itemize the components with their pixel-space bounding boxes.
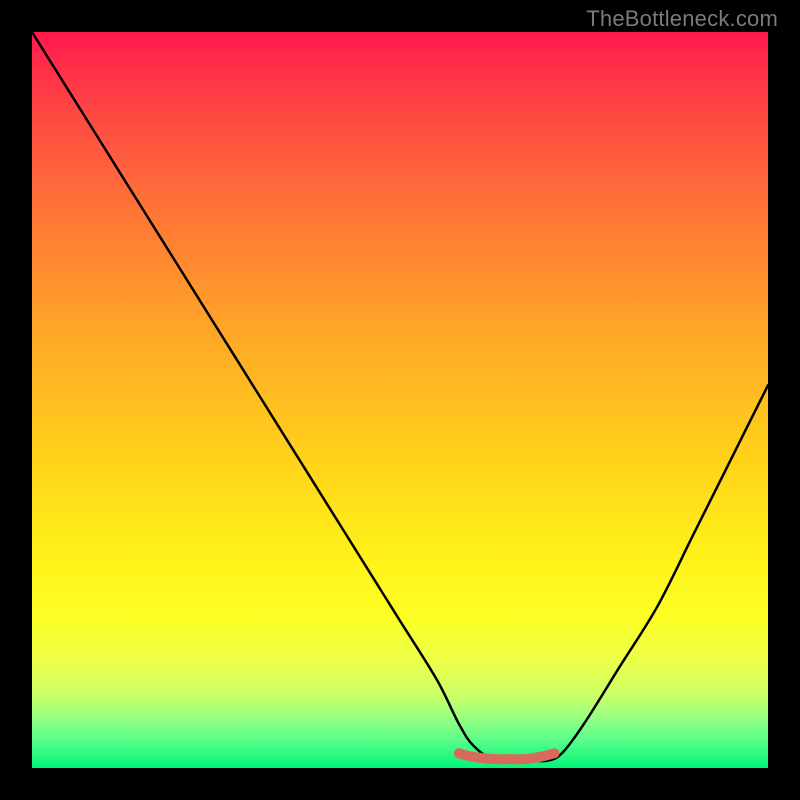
plot-area	[32, 32, 768, 768]
watermark-text: TheBottleneck.com	[586, 6, 778, 32]
valley-marker	[459, 753, 555, 759]
chart-frame: TheBottleneck.com	[0, 0, 800, 800]
chart-svg	[32, 32, 768, 768]
bottleneck-curve	[32, 32, 768, 762]
